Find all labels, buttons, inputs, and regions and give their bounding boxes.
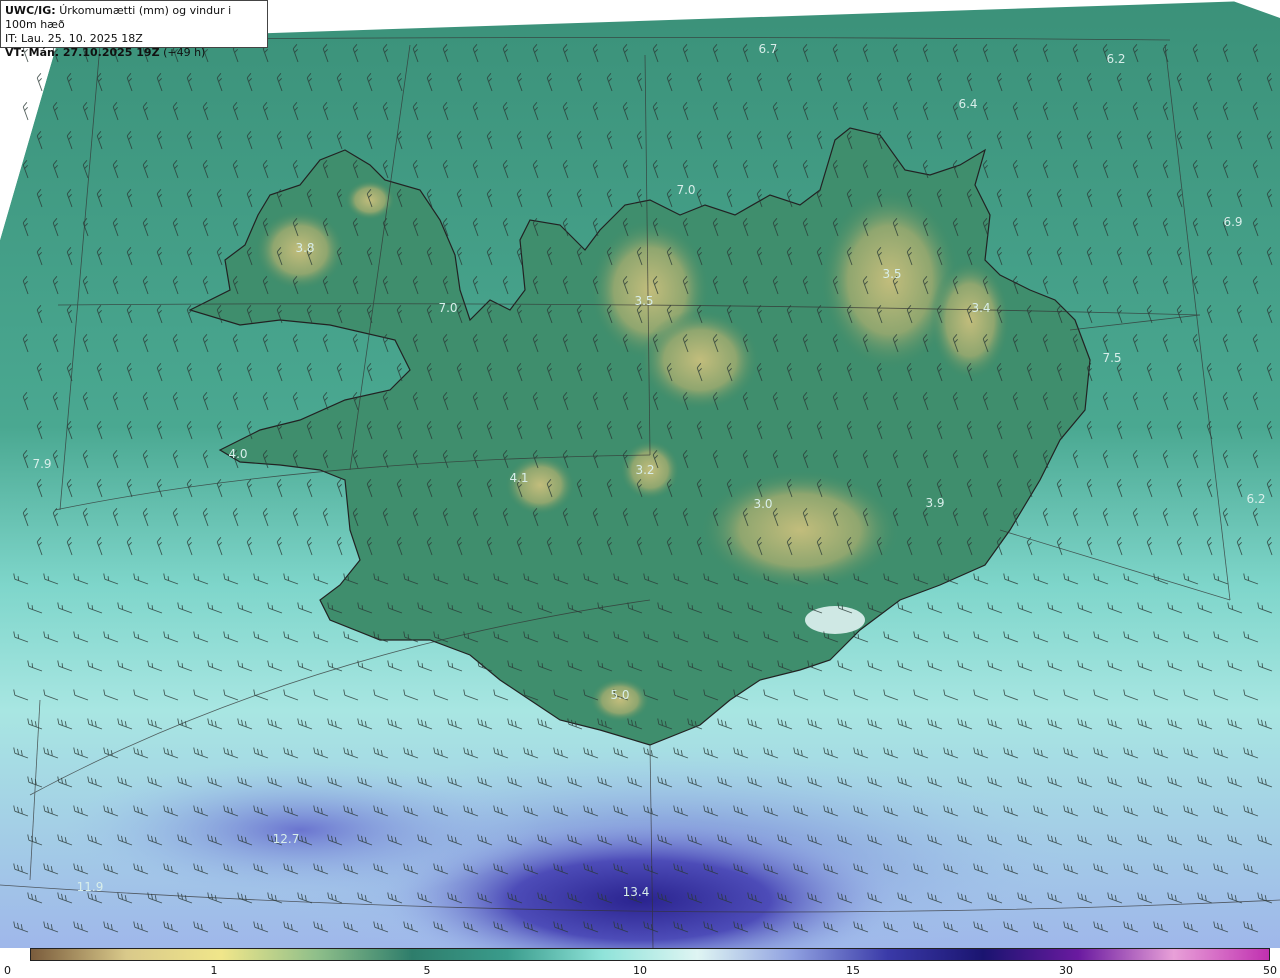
colorbar-tick-label: 30 bbox=[1059, 964, 1073, 977]
precip-value-label: 3.0 bbox=[753, 497, 772, 511]
colorbar: 0 1 5 10 15 30 50 bbox=[0, 948, 1280, 978]
forecast-offset: (+49 h) bbox=[163, 46, 206, 59]
precip-value-label: 6.2 bbox=[1106, 52, 1125, 66]
precip-value-label: 3.9 bbox=[925, 496, 944, 510]
map-info-box: UWC/IG: Úrkomumætti (mm) og vindur i 100… bbox=[0, 0, 268, 59]
precip-value-label: 11.9 bbox=[77, 880, 104, 894]
precip-value-label: 7.5 bbox=[1102, 351, 1121, 365]
colorbar-tick-label: 0 bbox=[4, 964, 11, 977]
precip-value-label: 13.4 bbox=[623, 885, 650, 899]
precip-value-label: 3.8 bbox=[295, 241, 314, 255]
precip-value-label: 6.2 bbox=[1246, 492, 1265, 506]
precip-value-label: 4.1 bbox=[509, 471, 528, 485]
precip-value-label: 6.7 bbox=[758, 42, 777, 56]
valid-time: VT: Mán. 27.10.2025 19Z bbox=[5, 46, 160, 59]
precip-value-label: 4.0 bbox=[228, 447, 247, 461]
colorbar-tick-label: 50 bbox=[1263, 964, 1277, 977]
precip-value-label: 6.4 bbox=[958, 97, 977, 111]
model-name: UWC/IG: bbox=[5, 4, 56, 17]
precip-value-label: 3.5 bbox=[634, 294, 653, 308]
precip-value-label: 7.0 bbox=[676, 183, 695, 197]
precip-value-label: 12.7 bbox=[273, 832, 300, 846]
colorbar-tick-label: 15 bbox=[846, 964, 860, 977]
colorbar-tick-label: 1 bbox=[210, 964, 218, 977]
colorbar-gradient bbox=[30, 948, 1270, 961]
precip-value-label: 3.2 bbox=[635, 463, 654, 477]
precip-value-label: 3.4 bbox=[971, 301, 990, 315]
precip-value-label: 3.5 bbox=[882, 267, 901, 281]
precip-value-label: 7.0 bbox=[438, 301, 457, 315]
colorbar-tick-label: 10 bbox=[633, 964, 647, 977]
precip-value-label: 7.9 bbox=[32, 457, 51, 471]
colorbar-tick-label: 5 bbox=[423, 964, 431, 977]
precipitation-map: 6.7 6.2 6.4 7.0 6.9 3.8 7.0 3.5 3.5 3.4 7.5 4.0 7.9 4… bbox=[0, 0, 1280, 948]
precip-value-label: 6.9 bbox=[1223, 215, 1242, 229]
precip-value-label: 5.0 bbox=[610, 688, 629, 702]
issue-time: IT: Lau. 25. 10. 2025 18Z bbox=[5, 32, 143, 45]
